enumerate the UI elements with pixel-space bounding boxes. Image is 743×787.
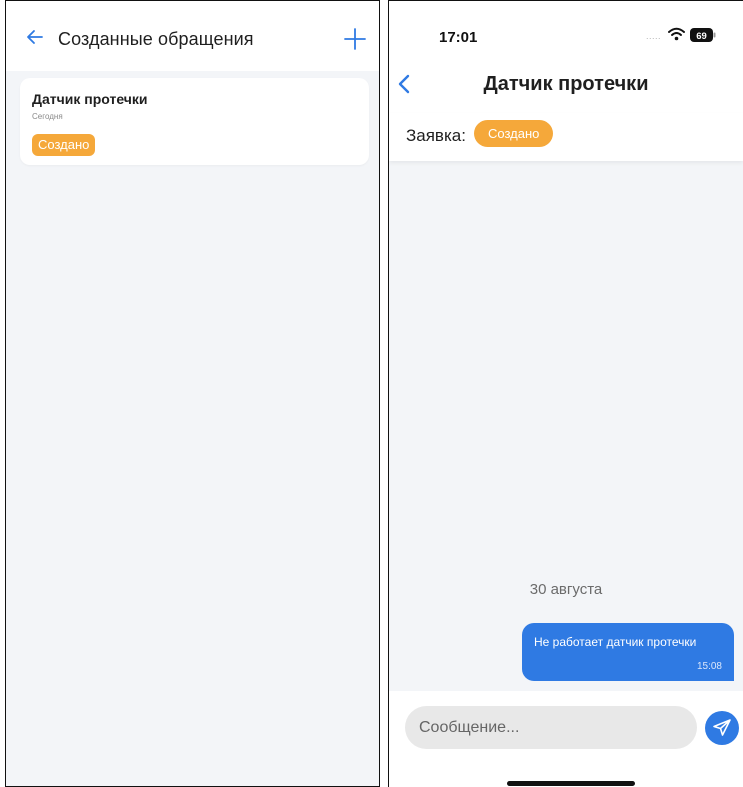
battery-level: 69 — [696, 31, 707, 42]
request-card-date: Сегодня — [32, 112, 63, 121]
message-input[interactable] — [405, 706, 697, 749]
header: Созданные обращения — [6, 1, 379, 71]
message-composer — [389, 691, 743, 787]
request-chat-screen: 17:01 ..... 69 Датчик протечки Заявка: С… — [388, 0, 743, 787]
status-time: 17:01 — [439, 29, 478, 46]
page-title: Датчик протечки — [483, 73, 649, 95]
message-text: Не работает датчик протечки — [534, 635, 697, 649]
message-time: 15:08 — [696, 661, 722, 672]
page: Созданные обращения Датчик протечки Сего… — [0, 0, 743, 787]
home-indicator — [507, 781, 635, 786]
request-label: Заявка: — [406, 126, 466, 145]
wifi-icon — [668, 27, 685, 41]
arrow-left-icon[interactable] — [25, 27, 45, 47]
request-card-title: Датчик протечки — [32, 91, 148, 107]
nav-bar: Датчик протечки — [389, 61, 743, 113]
page-title: Созданные обращения — [58, 29, 254, 49]
request-card[interactable]: Датчик протечки Сегодня Создано — [20, 78, 369, 165]
battery-icon: 69 — [690, 28, 716, 42]
date-separator: 30 августа — [529, 581, 603, 598]
plus-icon[interactable] — [343, 27, 367, 51]
signal-icon: ..... — [646, 31, 662, 41]
send-icon — [713, 719, 731, 736]
status-badge: Создано — [32, 134, 96, 156]
message-bubble[interactable]: Не работает датчик протечки 15:08 — [522, 623, 734, 681]
request-status-bar: Заявка: Создано — [389, 113, 743, 161]
requests-list-screen: Созданные обращения Датчик протечки Сего… — [5, 0, 380, 787]
status-badge: Создано — [474, 120, 554, 147]
send-button[interactable] — [705, 711, 739, 745]
status-bar: 17:01 ..... 69 — [389, 1, 743, 61]
